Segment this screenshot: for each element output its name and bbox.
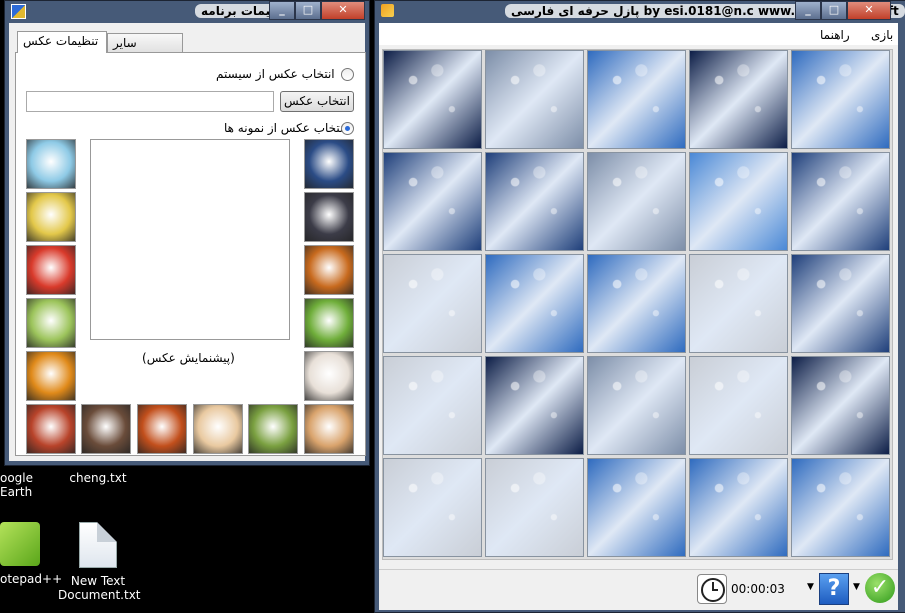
puzzle-tile[interactable] — [791, 152, 890, 251]
puzzle-tile[interactable] — [689, 50, 788, 149]
puzzle-tile[interactable] — [587, 254, 686, 353]
choose-photo-button[interactable]: انتخاب عکس — [280, 91, 354, 112]
puzzle-tile[interactable] — [587, 356, 686, 455]
thumbnail-green-frog[interactable] — [304, 298, 354, 348]
app-window-icon — [381, 4, 394, 17]
timer-dropdown-icon[interactable]: ▼ — [807, 582, 814, 592]
thumbnail-red-clock[interactable] — [26, 245, 76, 295]
maximize-button[interactable]: □ — [295, 1, 321, 20]
ok-check-icon[interactable]: ✓ — [865, 573, 895, 603]
radio-system-row[interactable]: انتخاب عکس از سیستم — [216, 67, 335, 81]
thumbnail-white-flower[interactable] — [304, 351, 354, 401]
thumbnail-dog-park[interactable] — [81, 404, 131, 454]
desktop-icon-google-earth[interactable]: oogle Earth — [0, 471, 60, 499]
settings-window: تنظیمات برنامه _ □ ✕ تنظیمات عکس سایر تن… — [4, 0, 370, 466]
radio-samples-row[interactable]: انتخاب عکس از نمونه ها — [224, 121, 347, 135]
puzzle-tile[interactable] — [791, 50, 890, 149]
menu-game[interactable]: بازی — [871, 28, 893, 42]
puzzle-tile[interactable] — [689, 152, 788, 251]
timer-display: 00:00:03 — [731, 582, 785, 596]
desktop-icon-notepadpp[interactable]: otepad++ — [0, 522, 63, 586]
choose-photo-label: انتخاب عکس — [284, 94, 350, 108]
thumbnail-soccer-ball[interactable] — [304, 139, 354, 189]
puzzle-titlebar[interactable]: پازل حرفه ای فارسی by esi.0181@n.c www.f… — [375, 1, 905, 21]
clock-icon[interactable] — [697, 574, 727, 604]
puzzle-tile[interactable] — [587, 458, 686, 557]
desktop-icon-label: otepad++ — [0, 572, 63, 586]
minimize-button[interactable]: _ — [269, 1, 295, 20]
thumbnail-sunflowers[interactable] — [26, 351, 76, 401]
tab-other-settings[interactable]: سایر تنظیمات — [107, 33, 183, 69]
desktop-icon-new-text-document[interactable]: New Text Document.txt — [58, 522, 141, 602]
desktop-icon-label: New Text Document.txt — [58, 574, 141, 602]
puzzle-tile[interactable] — [485, 152, 584, 251]
puzzle-window: پازل حرفه ای فارسی by esi.0181@n.c www.f… — [374, 0, 905, 613]
puzzle-tile[interactable] — [485, 458, 584, 557]
puzzle-tile[interactable] — [383, 152, 482, 251]
text-file-icon — [79, 522, 117, 568]
puzzle-client: بازی راهنما 00:00:03 ▼ ? ▼ ✓ — [379, 23, 898, 610]
puzzle-tile[interactable] — [791, 356, 890, 455]
file-path-input[interactable] — [26, 91, 274, 112]
puzzle-tile[interactable] — [485, 254, 584, 353]
desktop-icon-label: oogle Earth — [0, 471, 34, 499]
thumbnail-garden-flowers[interactable] — [248, 404, 298, 454]
radio-system[interactable] — [341, 68, 354, 81]
help-dropdown-icon[interactable]: ▼ — [853, 582, 860, 592]
puzzle-tile[interactable] — [587, 50, 686, 149]
puzzle-tile[interactable] — [383, 356, 482, 455]
puzzle-tile[interactable] — [689, 254, 788, 353]
puzzle-menubar: بازی راهنما — [379, 23, 898, 45]
puzzle-tile[interactable] — [485, 356, 584, 455]
photo-preview — [90, 139, 290, 340]
preview-caption: (پیشنمایش عکس) — [142, 351, 235, 365]
thumbnail-cartoon-bee[interactable] — [26, 192, 76, 242]
radio-samples[interactable] — [341, 122, 354, 135]
thumbnail-autumn-tree[interactable] — [137, 404, 187, 454]
puzzle-tile[interactable] — [383, 458, 482, 557]
thumbnail-cartoon-fairy[interactable] — [26, 139, 76, 189]
close-button[interactable]: ✕ — [847, 1, 891, 20]
puzzle-tile[interactable] — [485, 50, 584, 149]
puzzle-board — [382, 49, 893, 560]
puzzle-tile[interactable] — [383, 50, 482, 149]
help-icon[interactable]: ? — [819, 573, 849, 605]
thumbnail-cartoon-kids[interactable] — [193, 404, 243, 454]
app-window-icon — [11, 4, 26, 19]
settings-client: تنظیمات عکس سایر تنظیمات انتخاب عکس از س… — [9, 23, 366, 461]
photo-settings-panel: انتخاب عکس از سیستم انتخاب عکس انتخاب عک… — [15, 52, 366, 456]
puzzle-statusbar: 00:00:03 ▼ ? ▼ ✓ — [379, 569, 898, 610]
puzzle-tile[interactable] — [383, 254, 482, 353]
radio-samples-label: انتخاب عکس از نمونه ها — [224, 121, 347, 135]
thumbnail-tea-cup[interactable] — [304, 245, 354, 295]
menu-help[interactable]: راهنما — [820, 28, 850, 42]
puzzle-tile[interactable] — [791, 254, 890, 353]
maximize-button[interactable]: □ — [821, 1, 847, 20]
settings-titlebar[interactable]: تنظیمات برنامه _ □ ✕ — [5, 1, 369, 21]
close-button[interactable]: ✕ — [321, 1, 365, 20]
desktop-icon-cheng[interactable]: cheng.txt — [66, 471, 130, 485]
tab-label: تنظیمات عکس — [23, 34, 99, 48]
thumbnail-woman-relaxing[interactable] — [304, 404, 354, 454]
puzzle-tile[interactable] — [689, 356, 788, 455]
thumbnail-cupcakes[interactable] — [26, 298, 76, 348]
tab-photo-settings[interactable]: تنظیمات عکس — [17, 31, 107, 53]
notepadpp-icon — [0, 522, 40, 566]
thumbnail-woman-portrait[interactable] — [304, 192, 354, 242]
thumbnail-sunset-person[interactable] — [26, 404, 76, 454]
desktop-icon-label: cheng.txt — [69, 471, 127, 485]
puzzle-tile[interactable] — [791, 458, 890, 557]
minimize-button[interactable]: _ — [795, 1, 821, 20]
radio-system-label: انتخاب عکس از سیستم — [216, 67, 335, 81]
puzzle-tile[interactable] — [689, 458, 788, 557]
puzzle-tile[interactable] — [587, 152, 686, 251]
